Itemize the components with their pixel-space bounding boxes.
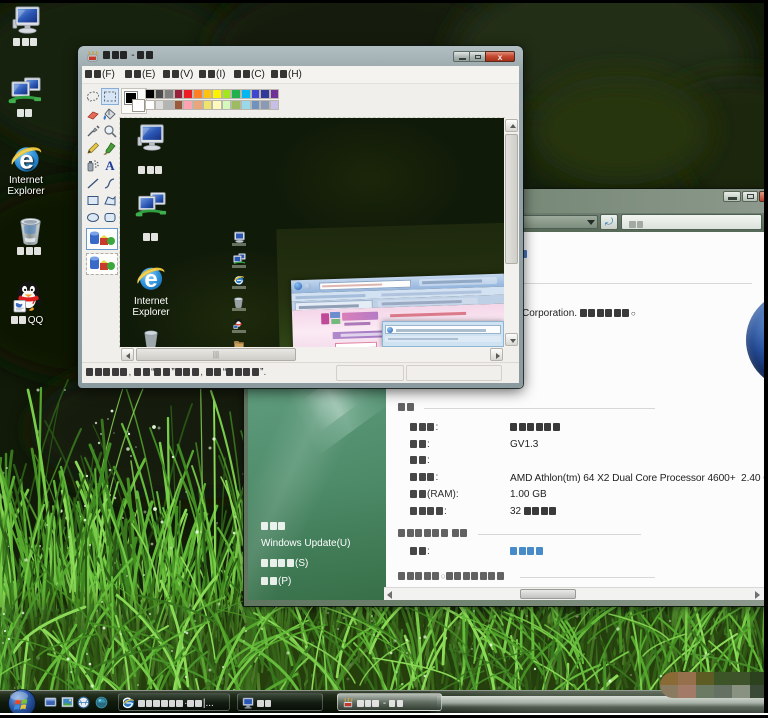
svg-text:A: A [105,158,115,173]
